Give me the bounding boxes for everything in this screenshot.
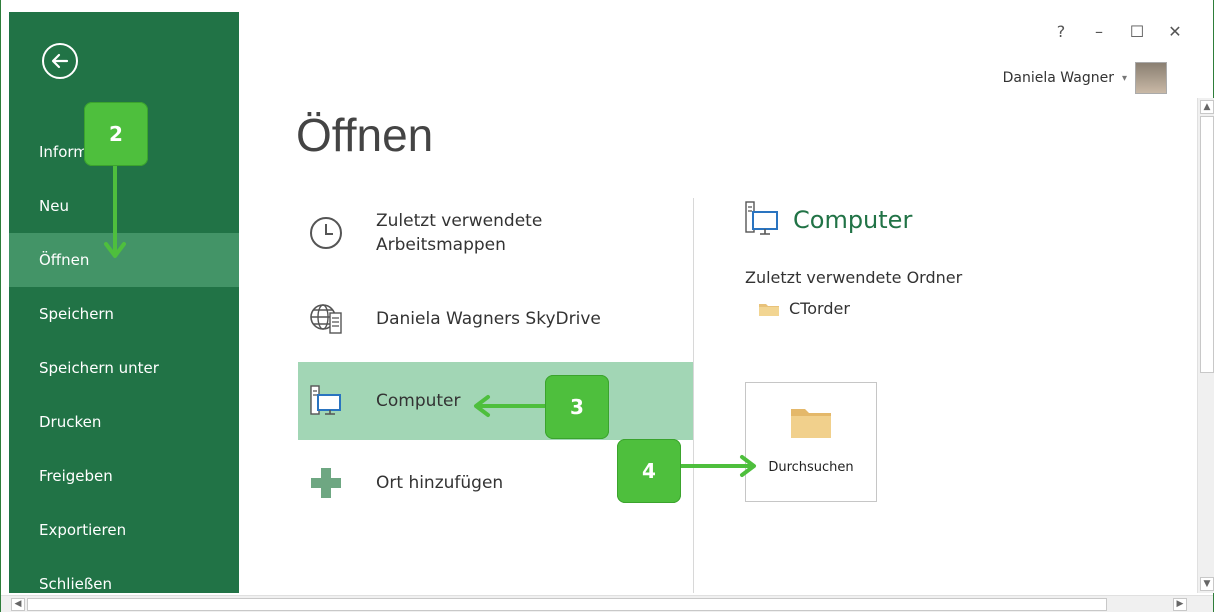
step-badge-3: 3 (545, 375, 609, 439)
browse-label: Durchsuchen (768, 460, 854, 475)
nav-item-drucken[interactable]: Drucken (9, 395, 239, 449)
backstage-sidebar: Informationen Neu Öffnen Speichern Speic… (9, 12, 239, 593)
help-button[interactable]: ? (1053, 22, 1069, 41)
skydrive-globe-icon (304, 297, 348, 341)
folder-name: CTorder (789, 299, 850, 318)
scroll-down-icon[interactable]: ▼ (1200, 577, 1214, 591)
scroll-thumb[interactable] (1200, 116, 1214, 373)
panel-title-text: Computer (793, 206, 913, 234)
folder-icon (759, 303, 779, 316)
plus-icon (304, 461, 348, 505)
page-title: Öffnen (296, 109, 434, 161)
maximize-button[interactable]: ☐ (1129, 22, 1145, 41)
scroll-up-icon[interactable]: ▲ (1200, 100, 1214, 114)
place-label: Computer (376, 391, 461, 411)
horizontal-scrollbar[interactable]: ◀ ▶ (1, 595, 1213, 612)
place-computer[interactable]: Computer (298, 362, 694, 440)
back-button[interactable] (42, 43, 78, 79)
user-account[interactable]: Daniela Wagner ▾ (1003, 62, 1167, 94)
nav-item-speichern-unter[interactable]: Speichern unter (9, 341, 239, 395)
nav-item-freigeben[interactable]: Freigeben (9, 449, 239, 503)
computer-icon (745, 201, 778, 235)
folder-icon (791, 409, 831, 438)
chevron-down-icon: ▾ (1121, 72, 1127, 84)
place-skydrive[interactable]: Daniela Wagners SkyDrive (298, 276, 694, 362)
backstage-nav: Informationen Neu Öffnen Speichern Speic… (9, 125, 239, 611)
panel-title: Computer (745, 200, 1165, 240)
step-badge-2: 2 (84, 102, 148, 166)
nav-item-neu[interactable]: Neu (9, 179, 239, 233)
nav-item-exportieren[interactable]: Exportieren (9, 503, 239, 557)
browse-button[interactable]: Durchsuchen (745, 382, 877, 502)
close-button[interactable]: ✕ (1167, 22, 1183, 41)
nav-item-speichern[interactable]: Speichern (9, 287, 239, 341)
vertical-scrollbar[interactable]: ▲ ▼ (1197, 98, 1214, 593)
step-badge-4: 4 (617, 439, 681, 503)
hscroll-thumb[interactable] (27, 598, 1107, 611)
place-label: Zuletzt verwendete Arbeitsmappen (376, 211, 543, 255)
scroll-left-icon[interactable]: ◀ (11, 598, 25, 611)
computer-icon (304, 379, 348, 423)
computer-panel: Computer Zuletzt verwendete Ordner CTord… (745, 200, 1165, 502)
recent-folder-item[interactable]: CTorder (745, 299, 1165, 318)
panel-divider (693, 198, 694, 593)
window-controls: ? – ☐ ✕ (1053, 22, 1183, 41)
place-label: Ort hinzufügen (376, 473, 504, 493)
minimize-button[interactable]: – (1091, 22, 1107, 41)
backstage-content: ? – ☐ ✕ Daniela Wagner ▾ Öffnen Zuletzt … (239, 0, 1197, 593)
avatar (1135, 62, 1167, 94)
place-label: Daniela Wagners SkyDrive (376, 309, 601, 329)
clock-icon (304, 211, 348, 255)
nav-item-oeffnen[interactable]: Öffnen (9, 233, 239, 287)
place-recent-workbooks[interactable]: Zuletzt verwendete Arbeitsmappen (298, 190, 694, 276)
user-name: Daniela Wagner (1002, 70, 1114, 86)
back-arrow-icon (51, 53, 69, 69)
recent-folders-heading: Zuletzt verwendete Ordner (745, 268, 963, 287)
excel-backstage-window: Informationen Neu Öffnen Speichern Speic… (0, 0, 1214, 612)
scroll-right-icon[interactable]: ▶ (1173, 598, 1187, 611)
